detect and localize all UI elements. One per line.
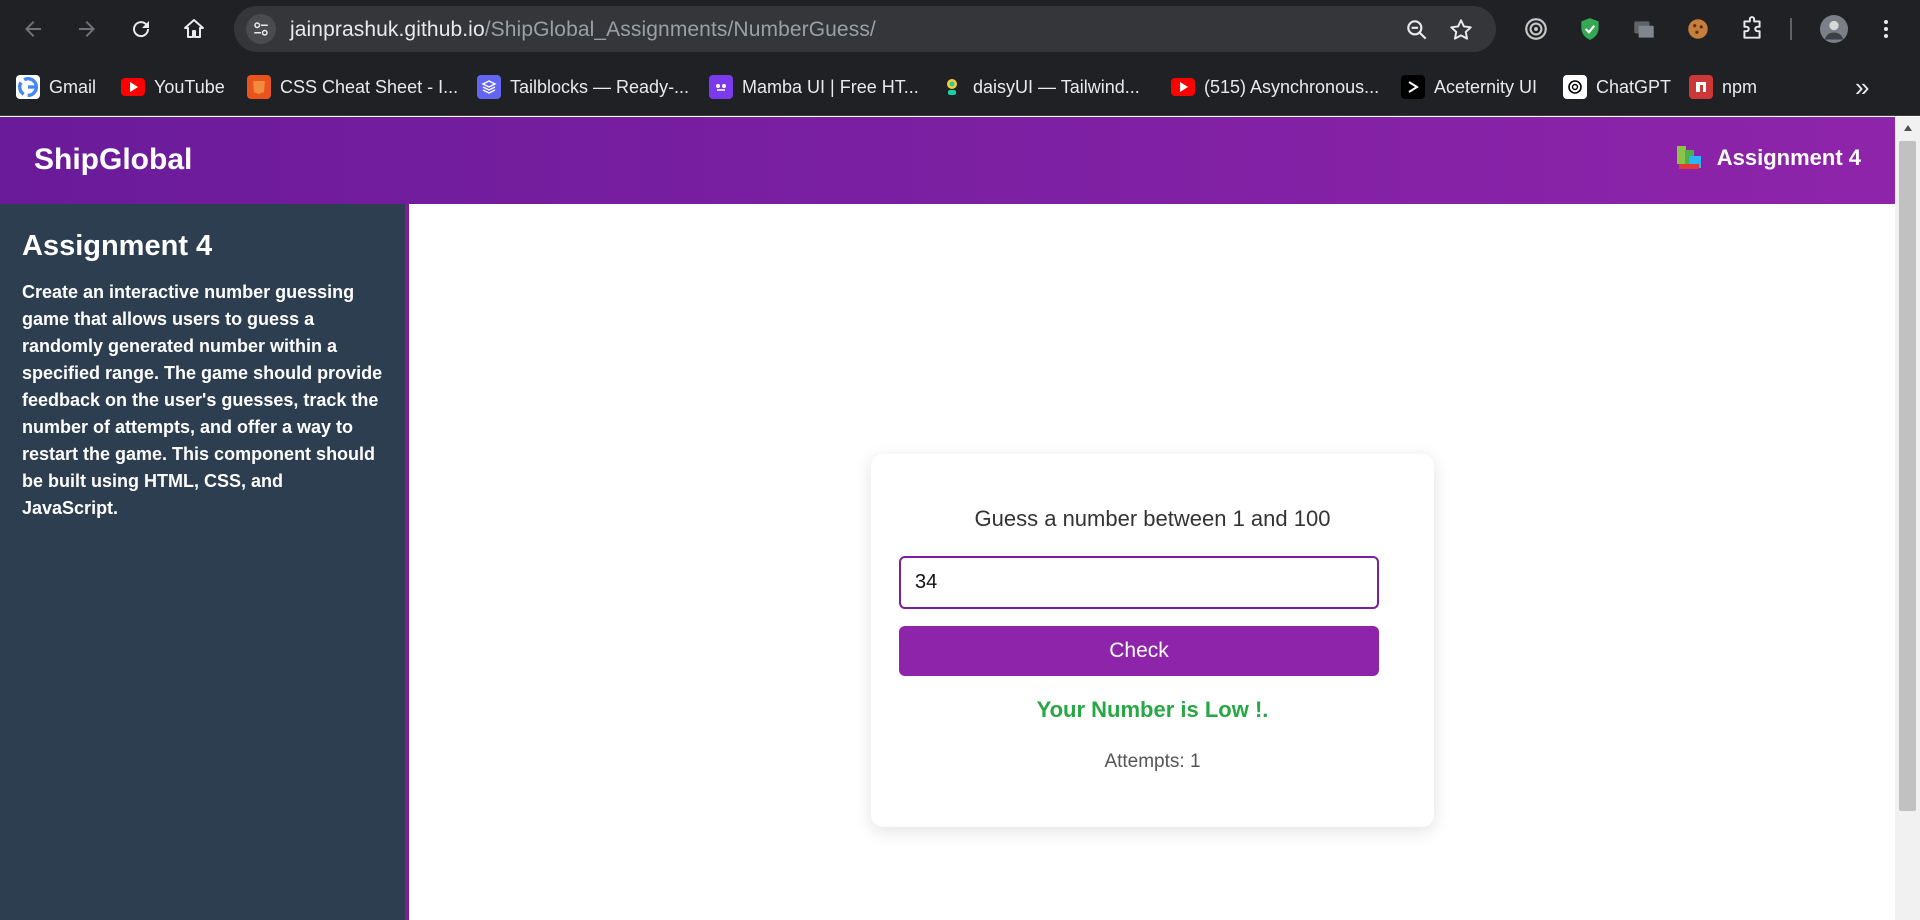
bookmark-label: Aceternity UI bbox=[1434, 76, 1538, 97]
tune-icon bbox=[254, 22, 268, 36]
bookmark-npm[interactable]: npm bbox=[1689, 72, 1757, 102]
site-info-button[interactable] bbox=[246, 14, 276, 44]
toolbar-divider bbox=[1790, 18, 1792, 40]
address-bar[interactable]: jainprashuk.github.io/ShipGlobal_Assignm… bbox=[234, 6, 1496, 52]
arrow-left-icon bbox=[25, 21, 41, 37]
bookmark-label: Mamba UI | Free HT... bbox=[742, 76, 919, 97]
extension-tabs-icon[interactable] bbox=[1630, 15, 1658, 43]
chatgpt-icon bbox=[1563, 75, 1587, 99]
bookmark-label: CSS Cheat Sheet - I... bbox=[280, 76, 459, 97]
guess-input[interactable] bbox=[899, 556, 1379, 609]
main-content: Guess a number between 1 and 100 Check Y… bbox=[409, 204, 1895, 920]
bookmark-chatgpt[interactable]: ChatGPT bbox=[1563, 72, 1671, 102]
bookmark-label: Gmail bbox=[49, 76, 97, 97]
bookmark-tailblocks[interactable]: Tailblocks — Ready-... bbox=[477, 72, 689, 102]
bookmark-aceternity-ui[interactable]: Aceternity UI bbox=[1401, 72, 1537, 102]
site-header: ShipGlobal Assignment 4 bbox=[0, 117, 1895, 204]
bookmark-label: npm bbox=[1722, 76, 1758, 97]
bookmark-label: daisyUI — Tailwind... bbox=[973, 76, 1140, 97]
bookmark-css-cheat-sheet[interactable]: CSS Cheat Sheet - I... bbox=[247, 72, 458, 102]
nav-assignment-label: Assignment 4 bbox=[1716, 145, 1861, 170]
tailblocks-icon bbox=[477, 75, 501, 99]
back-button[interactable] bbox=[14, 10, 52, 48]
nav-assignment-link[interactable]: Assignment 4 bbox=[1675, 144, 1861, 172]
bookmark-label: YouTube bbox=[154, 76, 225, 97]
bookmark-label: ChatGPT bbox=[1596, 76, 1672, 97]
browser-toolbar: jainprashuk.github.io/ShipGlobal_Assignm… bbox=[0, 0, 1920, 58]
aceternity-icon bbox=[1401, 75, 1425, 99]
attempts-counter: Attempts: 1 bbox=[1104, 751, 1201, 772]
extensions-puzzle-icon[interactable] bbox=[1738, 15, 1766, 43]
sidebar-title: Assignment 4 bbox=[22, 230, 213, 262]
bookmark-star-icon[interactable] bbox=[1448, 17, 1474, 43]
youtube-icon bbox=[121, 78, 145, 96]
npm-icon bbox=[1689, 75, 1713, 99]
brand-logo[interactable]: ShipGlobal bbox=[34, 143, 192, 177]
arrow-right-icon bbox=[79, 21, 95, 37]
feedback-message: Your Number is Low !. bbox=[1036, 697, 1269, 722]
reload-icon bbox=[133, 21, 150, 38]
bookmark-asynchronous-video[interactable]: (515) Asynchronous... bbox=[1171, 72, 1379, 102]
youtube-icon bbox=[1171, 78, 1195, 96]
reload-button[interactable] bbox=[122, 10, 160, 48]
scrollbar-thumb[interactable] bbox=[1899, 141, 1916, 811]
page-viewport: ShipGlobal Assignment 4 Assignment 4 Cre… bbox=[0, 117, 1895, 920]
game-card: Guess a number between 1 and 100 Check Y… bbox=[871, 454, 1434, 827]
sidebar: Assignment 4 Create an interactive numbe… bbox=[0, 204, 409, 920]
more-bookmarks-button[interactable]: » bbox=[1855, 72, 1869, 102]
page-scrollbar[interactable] bbox=[1895, 117, 1920, 920]
bookmark-mamba-ui[interactable]: Mamba UI | Free HT... bbox=[709, 72, 919, 102]
home-icon bbox=[184, 19, 204, 38]
scroll-up-arrow-icon[interactable] bbox=[1895, 117, 1920, 139]
mamba-ui-icon bbox=[709, 75, 733, 99]
extension-cookie-icon[interactable] bbox=[1684, 15, 1712, 43]
books-icon bbox=[1675, 144, 1703, 172]
extension-shield-icon[interactable] bbox=[1576, 15, 1604, 43]
check-button[interactable]: Check bbox=[899, 626, 1379, 676]
bookmark-youtube[interactable]: YouTube bbox=[121, 72, 225, 102]
profile-avatar[interactable] bbox=[1820, 15, 1848, 43]
extension-target-icon[interactable] bbox=[1522, 15, 1550, 43]
url-path: /ShipGlobal_Assignments/NumberGuess/ bbox=[484, 18, 876, 41]
daisyui-icon bbox=[940, 75, 964, 99]
bookmark-label: (515) Asynchronous... bbox=[1204, 76, 1380, 97]
zoom-icon[interactable] bbox=[1404, 17, 1430, 43]
bookmark-daisyui[interactable]: daisyUI — Tailwind... bbox=[940, 72, 1140, 102]
home-button[interactable] bbox=[175, 10, 213, 48]
bookmark-gmail[interactable]: Gmail bbox=[16, 72, 96, 102]
bookmarks-bar: Gmail YouTube CSS Cheat Sheet - I... Tai… bbox=[0, 58, 1920, 116]
menu-kebab-icon[interactable] bbox=[1872, 15, 1900, 43]
bookmark-label: Tailblocks — Ready-... bbox=[510, 76, 690, 97]
forward-button[interactable] bbox=[68, 10, 106, 48]
gmail-icon bbox=[16, 75, 40, 99]
sidebar-description: Create an interactive number guessing ga… bbox=[22, 282, 383, 518]
game-prompt: Guess a number between 1 and 100 bbox=[974, 506, 1331, 531]
url-text[interactable]: jainprashuk.github.io/ShipGlobal_Assignm… bbox=[290, 18, 876, 42]
url-domain: jainprashuk.github.io bbox=[290, 18, 485, 41]
css-cheat-sheet-icon bbox=[247, 75, 271, 99]
